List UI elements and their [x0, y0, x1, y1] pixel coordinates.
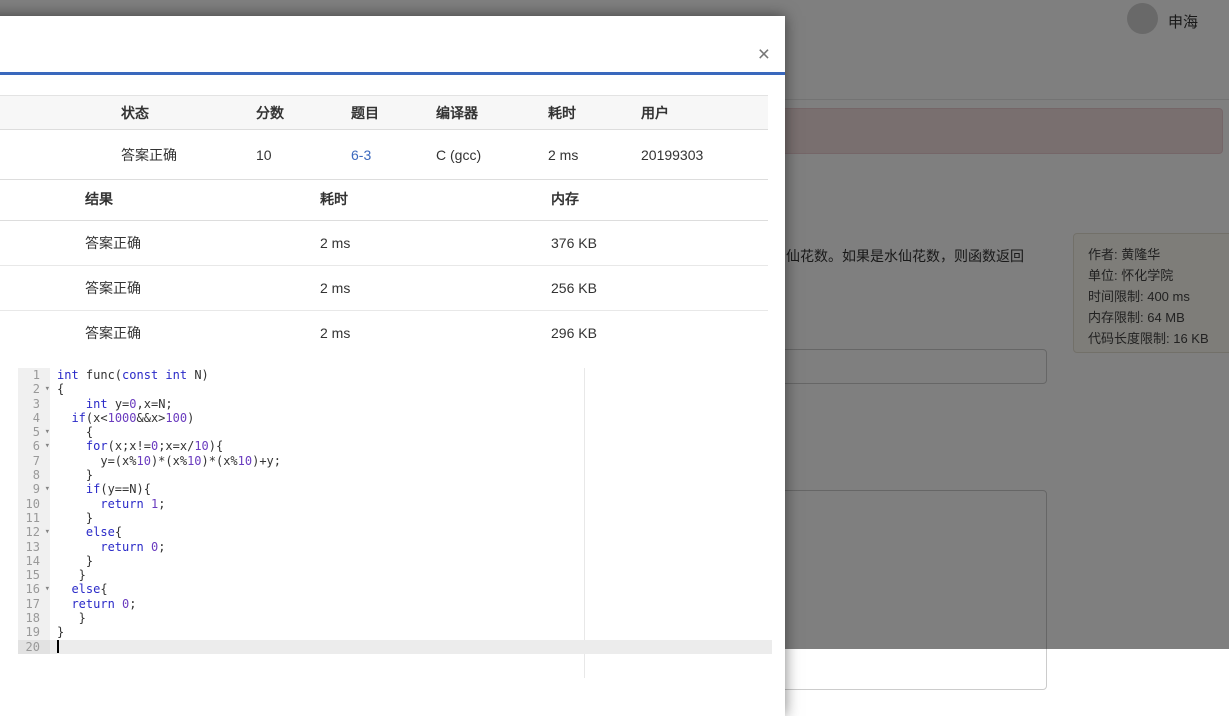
code-text: }	[57, 611, 86, 626]
gutter-line-number: 4	[18, 410, 50, 426]
col-score: 分数	[256, 104, 284, 121]
submission-details-modal: × 状态 分数 题目 编译器 耗时 用户 答案正确 10 6-3 C (gcc)…	[0, 16, 785, 716]
gutter-line-number: 12 ▾	[18, 525, 50, 540]
case-memory: 376 KB	[551, 235, 597, 251]
code-text: }	[57, 625, 65, 640]
gutter-line-number: 9 ▾	[18, 482, 50, 497]
code-text: else{	[85, 525, 123, 540]
gutter-line-number: 17	[18, 596, 50, 612]
submission-row: 答案正确 10 6-3 C (gcc) 2 ms 20199303	[0, 130, 768, 180]
case-result: 答案正确	[85, 325, 141, 341]
col-problem: 题目	[351, 104, 379, 121]
submission-table-header: 状态 分数 题目 编译器 耗时 用户	[0, 95, 768, 130]
code-text: for(x;x!=0;x=x/10){	[85, 439, 224, 454]
testcase-row: 答案正确 2 ms 376 KB	[0, 221, 768, 265]
gutter-line-number: 10	[18, 496, 50, 511]
code-editor[interactable]: 1 int func(const int N) 2 ▾{3 int y=0,x=N; 4…	[18, 368, 785, 678]
col-time: 耗时	[548, 104, 576, 121]
code-text: }	[57, 568, 86, 583]
problem-link[interactable]: 6-3	[351, 147, 371, 163]
code-text: }	[57, 510, 94, 525]
submission-score: 10	[256, 146, 272, 163]
code-text: }	[57, 468, 94, 483]
testcase-row: 答案正确 2 ms 256 KB	[0, 265, 768, 310]
case-result: 答案正确	[85, 280, 141, 296]
case-memory: 256 KB	[551, 280, 597, 296]
testcase-row: 答案正确 2 ms 296 KB	[0, 310, 768, 355]
code-text: {	[57, 425, 94, 440]
code-text: return 0;	[100, 539, 166, 554]
code-text: else{	[71, 582, 108, 597]
case-time: 2 ms	[320, 235, 351, 251]
code-text: int y=0,x=N;	[85, 396, 173, 411]
gutter-line-number: 16 ▾	[18, 582, 50, 597]
modal-header: ×	[0, 16, 785, 75]
gutter-line-number: 18	[18, 611, 50, 626]
col-status: 状态	[121, 104, 149, 121]
col-memory: 内存	[551, 190, 579, 207]
case-result: 答案正确	[85, 235, 141, 251]
gutter-line-number: 8	[18, 468, 50, 483]
code-line: 11 }	[18, 510, 772, 526]
code-line: 10 return 1;	[18, 496, 772, 511]
submission-summary-table: 状态 分数 题目 编译器 耗时 用户 答案正确 10 6-3 C (gcc) 2…	[0, 95, 768, 180]
col-case-time: 耗时	[320, 190, 348, 207]
code-text: return 1;	[100, 496, 166, 511]
testcase-table-header: 结果 耗时 内存	[0, 177, 768, 221]
case-memory: 296 KB	[551, 325, 597, 341]
code-line: 20	[18, 639, 772, 654]
code-line: 9 ▾ if(y==N){	[18, 482, 772, 497]
submission-time: 2 ms	[548, 146, 579, 163]
gutter-line-number: 11	[18, 510, 50, 526]
gutter-line-number: 13	[18, 539, 50, 554]
code-line: 19}	[18, 625, 772, 640]
code-line: 1 int func(const int N)	[18, 368, 772, 383]
code-line: 17 return 0;	[18, 596, 772, 612]
gutter-line-number: 19	[18, 625, 50, 640]
code-line: 16 ▾ else{	[18, 582, 772, 597]
close-icon[interactable]: ×	[758, 44, 770, 65]
code-line: 14 }	[18, 553, 772, 569]
gutter-line-number: 20	[18, 639, 50, 654]
testcase-results-table: 结果 耗时 内存 答案正确 2 ms 376 KB 答案正确 2 ms 256 KB 答案正…	[0, 177, 768, 355]
col-result: 结果	[85, 190, 113, 207]
code-text: if(y==N){	[85, 482, 151, 497]
col-user: 用户	[641, 104, 669, 121]
code-line: 13 return 0;	[18, 539, 772, 554]
code-line: 12 ▾ else{	[18, 525, 772, 540]
code-text: }	[57, 553, 94, 568]
code-line: 4 if(x<1000&&x>100)	[18, 410, 772, 426]
gutter-line-number: 5 ▾	[18, 425, 50, 440]
submission-status: 答案正确	[121, 146, 177, 163]
text-cursor	[57, 640, 59, 653]
code-line: 5 ▾ {	[18, 425, 772, 440]
code-text: y=(x%10)*(x%10)*(x%10)+y;	[57, 453, 281, 468]
gutter-line-number: 7	[18, 453, 50, 469]
code-text: int func(const int N)	[57, 368, 209, 382]
code-line: 18 }	[18, 611, 772, 626]
gutter-line-number: 15	[18, 568, 50, 583]
code-line: 8 }	[18, 468, 772, 483]
case-time: 2 ms	[320, 280, 351, 296]
code-line: 15 }	[18, 568, 772, 583]
submission-compiler: C (gcc)	[436, 146, 482, 163]
submission-user: 20199303	[641, 146, 704, 163]
code-line: 3 int y=0,x=N;	[18, 396, 772, 411]
code-text: {	[57, 382, 65, 397]
code-line: 2 ▾ {	[18, 382, 772, 397]
code-line: 6 ▾ for(x;x!=0;x=x/10){	[18, 439, 772, 454]
code-text: if(x<1000&&x>100)	[71, 410, 195, 425]
gutter-line-number: 3	[18, 396, 50, 411]
gutter-line-number: 14	[18, 553, 50, 569]
code-line: 7 y=(x%10)*(x%10)*(x%10)+y;	[18, 453, 772, 469]
case-time: 2 ms	[320, 325, 351, 341]
gutter-line-number: 2 ▾	[18, 382, 50, 397]
col-compiler: 编译器	[436, 104, 478, 121]
gutter-line-number: 6 ▾	[18, 439, 50, 454]
code-text: return 0;	[71, 596, 137, 611]
gutter-line-number: 1	[18, 368, 50, 383]
